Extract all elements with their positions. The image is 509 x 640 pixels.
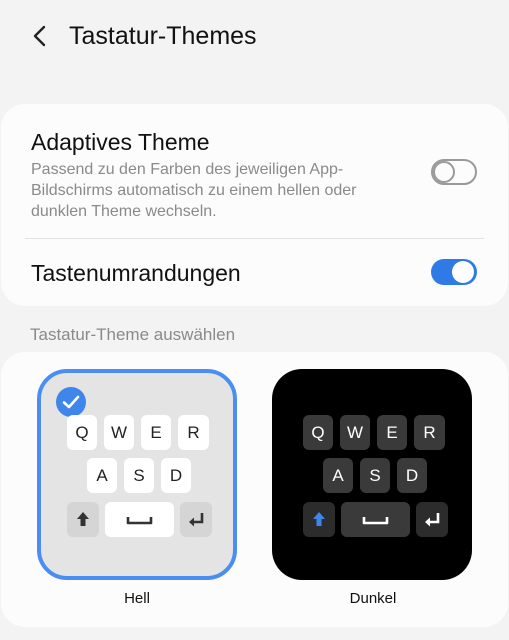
- adaptive-theme-toggle[interactable]: [431, 159, 477, 185]
- enter-key: [416, 502, 448, 537]
- toggle-knob: [452, 261, 474, 283]
- adaptive-theme-description: Passend zu den Farben des jeweiligen App…: [31, 161, 357, 220]
- settings-card: Adaptives Theme Passend zu den Farben de…: [1, 104, 508, 306]
- chevron-left-icon: [33, 25, 46, 47]
- theme-option-light[interactable]: Q W E R A S D: [37, 369, 237, 580]
- enter-arrow-icon: [189, 513, 204, 527]
- preview-key: A: [323, 458, 353, 493]
- shift-arrow-icon: [77, 512, 89, 526]
- theme-option-dark[interactable]: Q W E R A S D: [272, 369, 472, 580]
- adaptive-theme-title: Adaptives Theme: [31, 129, 210, 155]
- theme-label-dark: Dunkel: [349, 590, 397, 607]
- key-borders-toggle[interactable]: [431, 259, 477, 285]
- app-header: Tastatur-Themes: [0, 0, 509, 72]
- space-bar-icon: [126, 517, 153, 525]
- preview-key: W: [104, 415, 134, 450]
- preview-key: S: [360, 458, 390, 493]
- divider: [25, 238, 484, 239]
- preview-key: D: [161, 458, 191, 493]
- shift-key: [303, 502, 335, 537]
- space-key: [105, 502, 174, 537]
- shift-arrow-icon: [313, 512, 325, 526]
- theme-picker-card: Q W E R A S D Q W E R A S D Hell Dunkel: [1, 352, 508, 627]
- preview-key: E: [141, 415, 171, 450]
- section-label: Tastatur-Theme auswählen: [30, 325, 236, 344]
- preview-key: A: [87, 458, 117, 493]
- enter-arrow-icon: [425, 513, 440, 527]
- space-key: [341, 502, 410, 537]
- space-bar-icon: [362, 517, 389, 525]
- preview-key: R: [414, 415, 445, 450]
- preview-key: Q: [67, 415, 97, 450]
- theme-label-light: Hell: [124, 590, 150, 607]
- key-borders-title: Tastenumrandungen: [31, 260, 241, 286]
- shift-key: [67, 502, 99, 537]
- preview-key: Q: [303, 415, 333, 450]
- preview-key: S: [124, 458, 154, 493]
- toggle-knob: [433, 161, 455, 183]
- selected-check-icon: [56, 387, 86, 417]
- preview-key: R: [178, 415, 209, 450]
- page-title: Tastatur-Themes: [69, 22, 257, 50]
- preview-key: W: [340, 415, 370, 450]
- enter-key: [180, 502, 212, 537]
- preview-key: E: [377, 415, 407, 450]
- preview-key: D: [397, 458, 427, 493]
- back-button[interactable]: [24, 20, 56, 52]
